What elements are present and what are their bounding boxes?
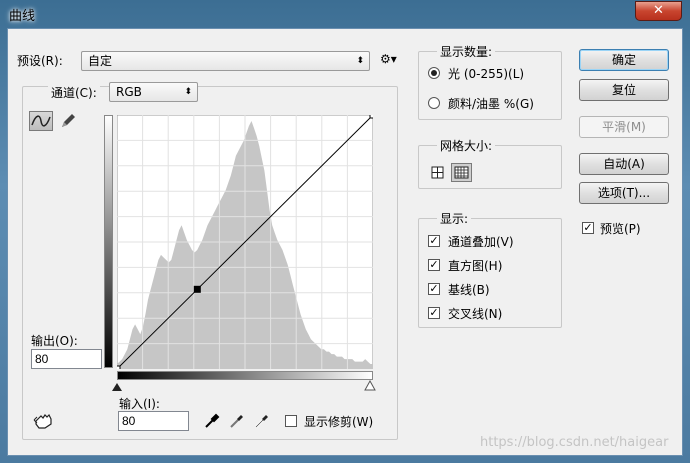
pencil-tool-icon[interactable] (58, 111, 78, 131)
curve-control-point (369, 115, 373, 119)
close-icon: ✕ (653, 3, 664, 18)
gray-eyedropper-icon[interactable] (229, 411, 245, 432)
black-eyedropper-icon[interactable] (204, 411, 220, 432)
preview-checkbox[interactable]: ✓ (582, 222, 594, 234)
black-point-slider-icon[interactable] (111, 381, 123, 395)
curve-control-point (117, 365, 121, 369)
dialog-client: 预设(R): 自定 ⬍ ⚙▾ 通道(C): RGB ⬍ 输出(O): 80 输入… (7, 28, 683, 456)
input-field[interactable] (118, 411, 189, 431)
grid-size-title: 网格大小: (437, 137, 496, 154)
reset-button[interactable]: 复位 (579, 79, 669, 101)
white-eyedropper-icon[interactable] (254, 411, 270, 432)
watermark-text: https://blog.csdn.net/haigear (480, 435, 669, 450)
output-gradient-bar (104, 115, 113, 368)
dialog-window: 曲线 ✕ 预设(R): 自定 ⬍ ⚙▾ 通道(C): RGB ⬍ 输出(O): … (0, 0, 690, 463)
white-point-slider-icon[interactable] (364, 379, 376, 394)
channel-overlays-label: 通道叠加(V) (448, 235, 514, 249)
baseline-checkbox[interactable]: ✓ (428, 283, 440, 295)
curve-graph[interactable] (117, 115, 373, 369)
title-bar[interactable]: 曲线 ✕ (0, 0, 690, 28)
preview-label: 预览(P) (600, 222, 641, 236)
smooth-button[interactable]: 平滑(M) (579, 116, 669, 138)
light-radio[interactable] (428, 67, 440, 79)
window-title: 曲线 (9, 9, 36, 24)
preset-value: 自定 (88, 54, 113, 68)
auto-button[interactable]: 自动(A) (579, 153, 669, 175)
light-radio-label: 光 (0-255)(L) (448, 67, 525, 81)
updown-arrow-icon: ⬍ (356, 56, 364, 66)
channel-label: 通道(C): (48, 84, 100, 101)
close-button[interactable]: ✕ (635, 1, 682, 21)
preset-select[interactable]: 自定 ⬍ (81, 51, 370, 71)
show-title: 显示: (437, 210, 472, 227)
output-label: 输出(O): (31, 334, 78, 348)
show-clipping-checkbox[interactable] (285, 415, 297, 427)
channel-select[interactable]: RGB ⬍ (109, 82, 198, 102)
detailed-grid-icon[interactable] (451, 163, 472, 182)
intersection-line-label: 交叉线(N) (448, 307, 503, 321)
baseline-label: 基线(B) (448, 283, 490, 297)
input-gradient-bar (117, 371, 373, 380)
intersection-line-checkbox[interactable]: ✓ (428, 307, 440, 319)
preset-label: 预设(R): (17, 54, 63, 68)
ok-button[interactable]: 确定 (579, 49, 669, 71)
input-label: 输入(I): (119, 397, 160, 411)
pigment-radio[interactable] (428, 97, 440, 109)
simple-grid-icon[interactable] (429, 164, 447, 181)
gear-icon[interactable]: ⚙▾ (380, 52, 397, 66)
histogram-label: 直方图(H) (448, 259, 503, 273)
curve-edit-tool-icon[interactable] (29, 111, 53, 131)
display-amount-title: 显示数量: (437, 43, 496, 60)
channel-overlays-checkbox[interactable]: ✓ (428, 235, 440, 247)
target-adjust-hand-icon[interactable] (33, 412, 55, 433)
pigment-radio-label: 颜料/油墨 %(G) (448, 97, 534, 111)
channel-value: RGB (116, 85, 142, 99)
updown-arrow-icon: ⬍ (184, 87, 192, 97)
options-button[interactable]: 选项(T)... (579, 182, 669, 204)
histogram-checkbox[interactable]: ✓ (428, 259, 440, 271)
show-clipping-label: 显示修剪(W) (304, 415, 374, 429)
output-field[interactable] (31, 349, 102, 369)
curve-control-point (193, 285, 201, 293)
